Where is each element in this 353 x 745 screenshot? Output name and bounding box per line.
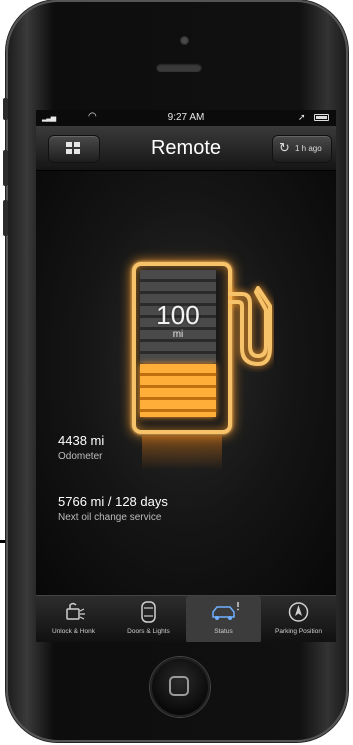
- status-bar: ▂▃▅ ◠ 9:27 AM ➚: [36, 110, 336, 126]
- battery-icon: [314, 114, 329, 121]
- navigation-bar: Remote ↻ 1 h ago: [36, 126, 336, 171]
- unlock-honk-icon: [66, 602, 85, 620]
- odometer-value: 4438 mi: [58, 433, 105, 448]
- status-time: 9:27 AM: [167, 112, 205, 123]
- odometer-stat: 4438 mi Odometer: [58, 433, 104, 462]
- odometer-label: Odometer: [58, 451, 103, 462]
- fuel-pump-gauge: 100 mi: [132, 262, 292, 470]
- refresh-icon: ↻: [279, 140, 290, 155]
- tab-unlock-honk[interactable]: Unlock & Honk: [36, 596, 111, 642]
- last-update-label: 1 h ago: [295, 144, 322, 153]
- oil-service-value: 5766 mi / 128 days: [58, 494, 168, 509]
- screen: ▂▃▅ ◠ 9:27 AM ➚ Remote ↻ 1 h ago 100 mi …: [36, 110, 336, 642]
- oil-service-stat: 5766 mi / 128 days Next oil change servi…: [58, 494, 168, 523]
- volume-up-button: [3, 150, 8, 186]
- tab-doors-lights[interactable]: Doors & Lights: [111, 596, 186, 642]
- gauge-reflection: [142, 436, 222, 470]
- mute-switch: [3, 98, 8, 120]
- location-icon: ➚: [298, 112, 306, 122]
- tab-label: Unlock & Honk: [52, 628, 95, 635]
- fuel-level-fill: [140, 364, 216, 417]
- tab-label: Status: [214, 628, 233, 635]
- tab-parking-position[interactable]: Parking Position: [261, 596, 336, 642]
- oil-service-label: Next oil change service: [58, 512, 162, 523]
- status-panel: 100 mi 4438 mi Odometer 5766 mi / 128 da…: [36, 171, 336, 595]
- tab-bar: Unlock & Honk Doors & Lights Status Park…: [36, 595, 336, 642]
- range-unit: mi: [172, 329, 184, 340]
- fuel-nozzle-icon: [228, 286, 272, 366]
- front-camera: [180, 36, 189, 45]
- compass-icon: [288, 602, 309, 622]
- volume-down-button: [3, 200, 8, 236]
- earpiece-speaker: [156, 63, 202, 72]
- home-button[interactable]: [150, 657, 210, 717]
- home-square-icon: [169, 676, 189, 696]
- tab-status[interactable]: Status: [186, 596, 261, 642]
- tab-label: Doors & Lights: [127, 628, 170, 635]
- refresh-button[interactable]: ↻ 1 h ago: [272, 135, 332, 163]
- range-value: 100: [156, 300, 200, 330]
- phone-frame: ▂▃▅ ◠ 9:27 AM ➚ Remote ↻ 1 h ago 100 mi …: [3, 0, 348, 742]
- car-top-icon: [141, 601, 156, 623]
- tab-label: Parking Position: [275, 628, 322, 635]
- car-status-icon: [212, 602, 239, 620]
